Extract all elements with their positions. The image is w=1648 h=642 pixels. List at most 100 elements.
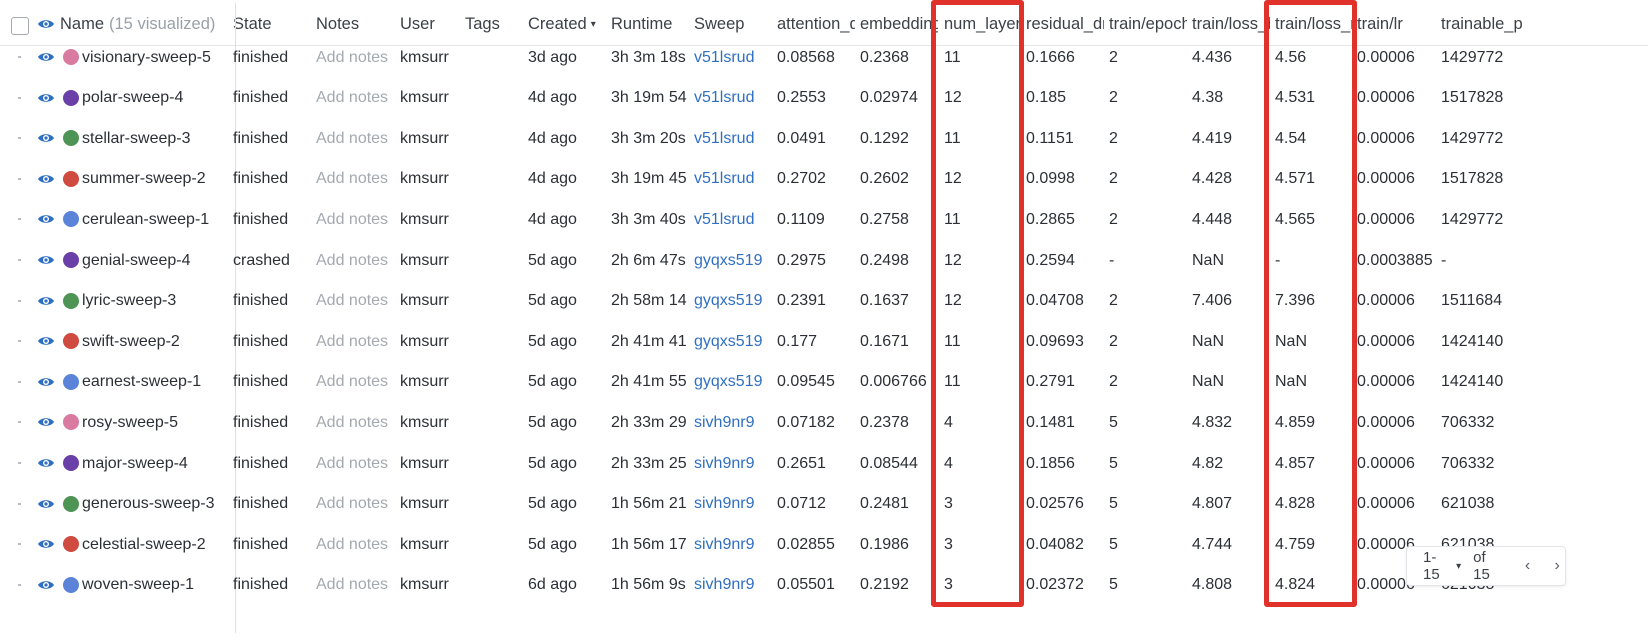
row-handle[interactable] <box>18 259 21 261</box>
row-handle[interactable] <box>18 380 21 383</box>
row-handle[interactable] <box>18 56 21 58</box>
row-handle[interactable] <box>18 299 21 302</box>
visibility-eye-icon[interactable] <box>37 414 55 430</box>
select-all-checkbox[interactable] <box>11 17 29 35</box>
cell-sweep[interactable]: sivh9nr9 <box>694 401 772 444</box>
cell-sweep[interactable]: gyqxs519 <box>694 239 772 282</box>
table-row[interactable]: generous-sweep-3 finished Add notes kmsurr 5… <box>0 483 1648 526</box>
row-handle[interactable] <box>18 218 21 221</box>
run-color-swatch[interactable] <box>63 455 79 471</box>
run-color-swatch[interactable] <box>63 130 79 147</box>
visibility-eye-icon[interactable] <box>37 577 55 593</box>
row-handle[interactable] <box>18 583 21 586</box>
cell-sweep[interactable]: sivh9nr9 <box>694 483 772 526</box>
run-color-swatch[interactable] <box>63 170 79 187</box>
row-handle[interactable] <box>18 137 21 140</box>
table-row[interactable]: woven-sweep-1 finished Add notes kmsurr 6d a… <box>0 564 1648 607</box>
cell-sweep[interactable]: v51lsrud <box>694 117 772 160</box>
table-row[interactable]: visionary-sweep-5 finished Add notes kmsurr… <box>0 36 1648 79</box>
row-handle[interactable] <box>18 340 21 343</box>
table-row[interactable]: earnest-sweep-1 finished Add notes kmsurr 5d… <box>0 361 1648 404</box>
run-color-swatch[interactable] <box>63 536 79 553</box>
next-page-icon[interactable]: › <box>1549 557 1565 574</box>
cell-notes[interactable]: Add notes <box>316 77 394 120</box>
cell-notes[interactable]: Add notes <box>316 117 394 160</box>
cell-sweep[interactable]: v51lsrud <box>694 198 772 241</box>
run-name[interactable]: visionary-sweep-5 <box>82 36 230 79</box>
cell-notes[interactable]: Add notes <box>316 239 394 282</box>
run-color-swatch[interactable] <box>63 252 79 268</box>
run-name[interactable]: stellar-sweep-3 <box>82 117 230 160</box>
table-row[interactable]: stellar-sweep-3 finished Add notes kmsurr 4d… <box>0 117 1648 160</box>
cell-tags[interactable] <box>465 198 525 241</box>
run-name[interactable]: cerulean-sweep-1 <box>82 198 230 241</box>
run-color-swatch[interactable] <box>63 576 79 593</box>
cell-tags[interactable] <box>465 320 525 363</box>
run-name[interactable]: generous-sweep-3 <box>82 483 230 526</box>
page-range-select[interactable]: 1-15 ▾ <box>1423 549 1461 583</box>
visibility-eye-icon[interactable] <box>37 536 55 552</box>
run-color-swatch[interactable] <box>63 292 79 309</box>
cell-tags[interactable] <box>465 442 525 485</box>
cell-sweep[interactable]: sivh9nr9 <box>694 564 772 607</box>
cell-tags[interactable] <box>465 483 525 526</box>
run-name[interactable]: swift-sweep-2 <box>82 320 230 363</box>
visibility-eye-icon[interactable] <box>37 211 55 227</box>
cell-tags[interactable] <box>465 117 525 160</box>
cell-tags[interactable] <box>465 158 525 201</box>
run-name[interactable]: celestial-sweep-2 <box>82 523 230 566</box>
run-name[interactable]: lyric-sweep-3 <box>82 280 230 323</box>
row-handle[interactable] <box>18 96 21 99</box>
row-handle[interactable] <box>18 177 21 180</box>
cell-tags[interactable] <box>465 401 525 444</box>
run-color-swatch[interactable] <box>63 49 79 65</box>
run-name[interactable]: summer-sweep-2 <box>82 158 230 201</box>
cell-tags[interactable] <box>465 523 525 566</box>
table-row[interactable]: summer-sweep-2 finished Add notes kmsurr 4d … <box>0 158 1648 201</box>
cell-notes[interactable]: Add notes <box>316 36 394 79</box>
visibility-eye-icon[interactable] <box>37 171 55 187</box>
run-color-swatch[interactable] <box>63 495 79 512</box>
row-handle[interactable] <box>18 462 21 464</box>
cell-notes[interactable]: Add notes <box>316 361 394 404</box>
cell-notes[interactable]: Add notes <box>316 564 394 607</box>
cell-notes[interactable]: Add notes <box>316 280 394 323</box>
cell-sweep[interactable]: sivh9nr9 <box>694 442 772 485</box>
row-handle[interactable] <box>18 502 21 505</box>
row-handle[interactable] <box>18 421 21 424</box>
visibility-eye-icon[interactable] <box>37 49 55 65</box>
run-name[interactable]: polar-sweep-4 <box>82 77 230 120</box>
table-row[interactable]: swift-sweep-2 finished Add notes kmsurr 5d a… <box>0 320 1648 363</box>
row-handle[interactable] <box>18 543 21 546</box>
cell-sweep[interactable]: gyqxs519 <box>694 361 772 404</box>
cell-sweep[interactable]: v51lsrud <box>694 158 772 201</box>
visibility-eye-icon[interactable] <box>37 130 55 146</box>
run-color-swatch[interactable] <box>63 373 79 390</box>
cell-tags[interactable] <box>465 280 525 323</box>
cell-tags[interactable] <box>465 361 525 404</box>
sort-desc-icon[interactable]: ▾ <box>591 19 596 30</box>
cell-notes[interactable]: Add notes <box>316 483 394 526</box>
prev-page-icon[interactable]: ‹ <box>1520 557 1536 574</box>
run-color-swatch[interactable] <box>63 414 79 431</box>
cell-notes[interactable]: Add notes <box>316 158 394 201</box>
cell-notes[interactable]: Add notes <box>316 523 394 566</box>
cell-sweep[interactable]: gyqxs519 <box>694 320 772 363</box>
run-name[interactable]: earnest-sweep-1 <box>82 361 230 404</box>
run-name[interactable]: major-sweep-4 <box>82 442 230 485</box>
run-color-swatch[interactable] <box>63 89 79 106</box>
visibility-eye-icon[interactable] <box>37 455 55 471</box>
run-color-swatch[interactable] <box>63 211 79 228</box>
cell-tags[interactable] <box>465 239 525 282</box>
cell-notes[interactable]: Add notes <box>316 442 394 485</box>
eye-icon[interactable] <box>37 16 55 32</box>
cell-sweep[interactable]: gyqxs519 <box>694 280 772 323</box>
table-row[interactable]: polar-sweep-4 finished Add notes kmsurr 4d a… <box>0 77 1648 120</box>
cell-notes[interactable]: Add notes <box>316 198 394 241</box>
table-row[interactable]: celestial-sweep-2 finished Add notes kmsurr… <box>0 523 1648 566</box>
cell-notes[interactable]: Add notes <box>316 320 394 363</box>
run-name[interactable]: woven-sweep-1 <box>82 564 230 607</box>
table-row[interactable]: cerulean-sweep-1 finished Add notes kmsurr 4… <box>0 198 1648 241</box>
table-row[interactable]: major-sweep-4 finished Add notes kmsurr 5d a… <box>0 442 1648 485</box>
table-row[interactable]: lyric-sweep-3 finished Add notes kmsurr 5d a… <box>0 280 1648 323</box>
